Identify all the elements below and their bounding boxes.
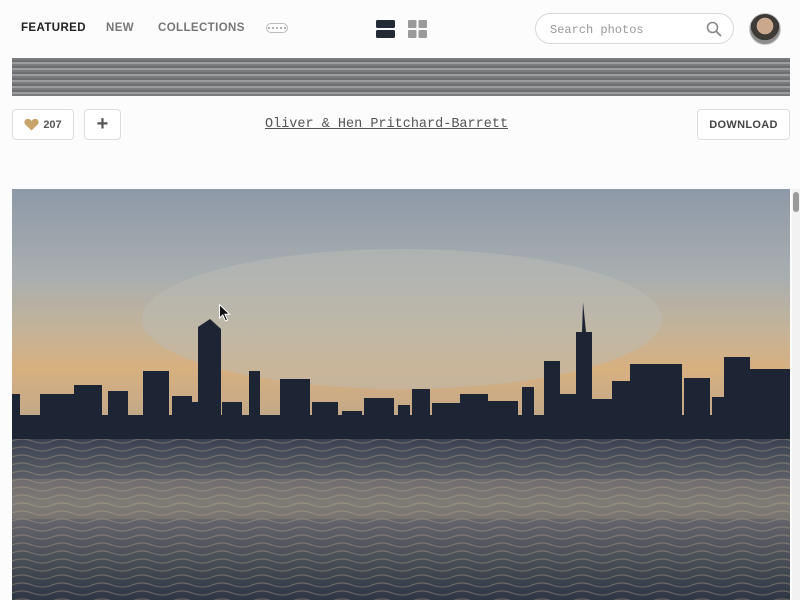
search-box (535, 13, 734, 44)
nav-collections[interactable]: COLLECTIONS (158, 22, 245, 34)
mouse-cursor-icon (219, 304, 231, 322)
previous-photo[interactable] (12, 58, 790, 96)
search-input[interactable] (548, 20, 702, 40)
download-button[interactable]: DOWNLOAD (697, 109, 790, 140)
user-avatar[interactable] (749, 13, 781, 45)
grid-layout-icon[interactable] (408, 20, 427, 38)
single-column-layout-icon[interactable] (376, 20, 395, 38)
like-count: 207 (43, 118, 62, 131)
skyline-photo[interactable] (12, 189, 790, 600)
author-link[interactable]: Oliver & Hen Pritchard-Barrett (265, 117, 508, 132)
scrollbar-thumb[interactable] (793, 192, 799, 212)
nav-new[interactable]: NEW (106, 22, 134, 34)
search-icon[interactable] (706, 21, 722, 37)
add-to-collection-button[interactable]: + (84, 109, 121, 140)
nav-featured[interactable]: FEATURED (21, 22, 86, 34)
top-navigation: FEATURED NEW COLLECTIONS (0, 0, 800, 58)
more-dots-icon[interactable] (266, 23, 288, 33)
scrollbar-track[interactable] (792, 189, 800, 600)
like-button[interactable]: 207 (12, 109, 74, 140)
heart-icon (24, 118, 39, 131)
